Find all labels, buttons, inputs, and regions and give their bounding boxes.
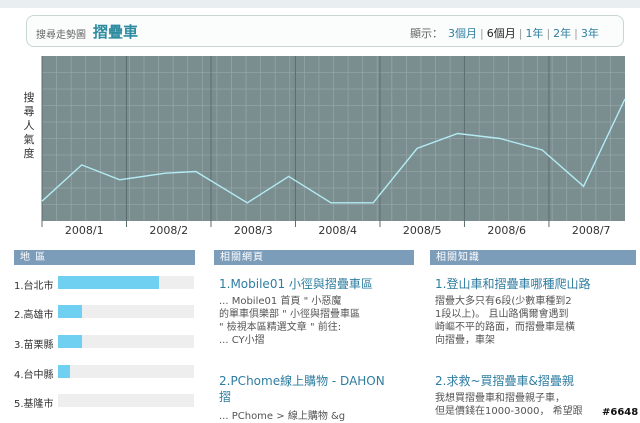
link-title-line[interactable]: 2.PChome線上購物 - DAHON xyxy=(219,373,385,389)
region-row: 3.苗栗縣 xyxy=(14,334,199,351)
x-tick-label: 2008/2 xyxy=(149,224,188,237)
x-tick-label: 2008/4 xyxy=(318,224,357,237)
snippet-line: 我想買摺疊車和摺疊親子車， xyxy=(435,393,565,404)
related-knowledge-link-1[interactable]: 1.登山車和摺疊車哪種爬山路 xyxy=(435,276,590,292)
related-knowledge-snippet-2: 我想買摺疊車和摺疊親子車， 但是價錢在1000-3000， 希望跟 xyxy=(435,392,583,418)
region-bar-fill xyxy=(58,305,83,318)
header-subtitle: 搜尋走勢圖 xyxy=(36,30,86,41)
keyword-title: 摺疊車 xyxy=(93,23,139,41)
range-options: 3個月 | 6個月 | 1年 | 2年 | 3年 xyxy=(448,27,599,40)
x-tick-label: 2008/1 xyxy=(65,224,104,237)
region-name[interactable]: 5.基隆市 xyxy=(14,395,54,410)
region-row: 2.高雄市 xyxy=(14,304,199,321)
search-trend-chart: 2008/1 2008/2 2008/3 2008/4 2008/5 2008/6 2008… xyxy=(41,56,626,237)
watermark: #6648 xyxy=(601,407,640,418)
region-bar-track xyxy=(58,335,194,348)
region-section-header: 地 區 xyxy=(14,250,195,265)
region-name[interactable]: 4.台中縣 xyxy=(14,366,54,381)
related-page-snippet-2: ... PChome > 線上購物 &g xyxy=(219,410,345,423)
region-bar-fill xyxy=(58,276,159,289)
snippet-line: 1段以上)。 且山路偶爾會遇到 xyxy=(435,309,569,320)
related-page-snippet-1: ... Mobile01 首頁 " 小惡魔 的單車俱樂部 " 小徑與摺疊車區 "… xyxy=(219,295,360,347)
snippet-line: ... Mobile01 首頁 " 小惡魔 xyxy=(219,296,342,307)
related-knowledge-header: 相關知識 xyxy=(430,250,636,265)
x-tick-label: 2008/6 xyxy=(487,224,526,237)
region-bar-track xyxy=(58,276,194,289)
region-row: 1.台北市 xyxy=(14,275,199,292)
x-tick-label: 2008/7 xyxy=(572,224,611,237)
related-knowledge-link-2[interactable]: 2.求救~買摺疊車&摺疊親 xyxy=(435,373,574,389)
related-pages-header: 相關網頁 xyxy=(214,250,414,265)
snippet-line: ... PChome > 線上購物 &g xyxy=(219,411,346,422)
region-bar-track xyxy=(58,365,194,378)
region-row: 4.台中縣 xyxy=(14,364,199,381)
range-6-months[interactable]: 6個月 xyxy=(487,27,516,40)
range-3-months[interactable]: 3個月 xyxy=(448,27,477,40)
trend-header: 搜尋走勢圖 摺疊車 顯示： 3個月 | 6個月 | 1年 | 2年 | 3年 xyxy=(26,15,624,47)
related-page-link-1[interactable]: 1.Mobile01 小徑與摺疊車區 xyxy=(219,276,373,292)
region-name[interactable]: 1.台北市 xyxy=(14,277,54,292)
related-knowledge-snippet-1: 摺疊大多只有6段(少數車種到2 1段以上)。 且山路偶爾會遇到 崎嶇不平的路面，… xyxy=(435,295,575,347)
link-title-line[interactable]: 摺 xyxy=(219,389,385,405)
region-bar-track xyxy=(58,394,194,407)
snippet-line: 摺疊大多只有6段(少數車種到2 xyxy=(435,296,572,307)
region-name[interactable]: 2.高雄市 xyxy=(14,306,54,321)
region-row: 5.基隆市 xyxy=(14,393,199,410)
range-2-years[interactable]: 2年 xyxy=(553,27,571,40)
snippet-line: 但是價錢在1000-3000， 希望跟 xyxy=(435,406,583,417)
top-strip xyxy=(0,0,640,8)
snippet-line: " 檢視本區精選文章 " 前往: xyxy=(219,322,342,333)
range-1-year[interactable]: 1年 xyxy=(525,27,543,40)
x-tick-label: 2008/3 xyxy=(234,224,273,237)
x-tick-label: 2008/5 xyxy=(403,224,442,237)
snippet-line: ... CY小摺 xyxy=(219,335,265,346)
related-page-link-2[interactable]: 2.PChome線上購物 - DAHON 摺 xyxy=(219,373,385,405)
region-name[interactable]: 3.苗栗縣 xyxy=(14,336,54,351)
snippet-line: 向摺疊，車架 xyxy=(435,335,495,346)
snippet-line: 的單車俱樂部 " 小徑與摺疊車區 xyxy=(219,309,360,320)
region-bar-track xyxy=(58,305,194,318)
snippet-line: 崎嶇不平的路面，而摺疊車是橫 xyxy=(435,322,575,333)
region-bar-fill xyxy=(58,365,71,378)
range-3-years[interactable]: 3年 xyxy=(581,27,599,40)
range-label: 顯示： xyxy=(410,27,443,40)
region-bar-fill xyxy=(58,335,83,348)
